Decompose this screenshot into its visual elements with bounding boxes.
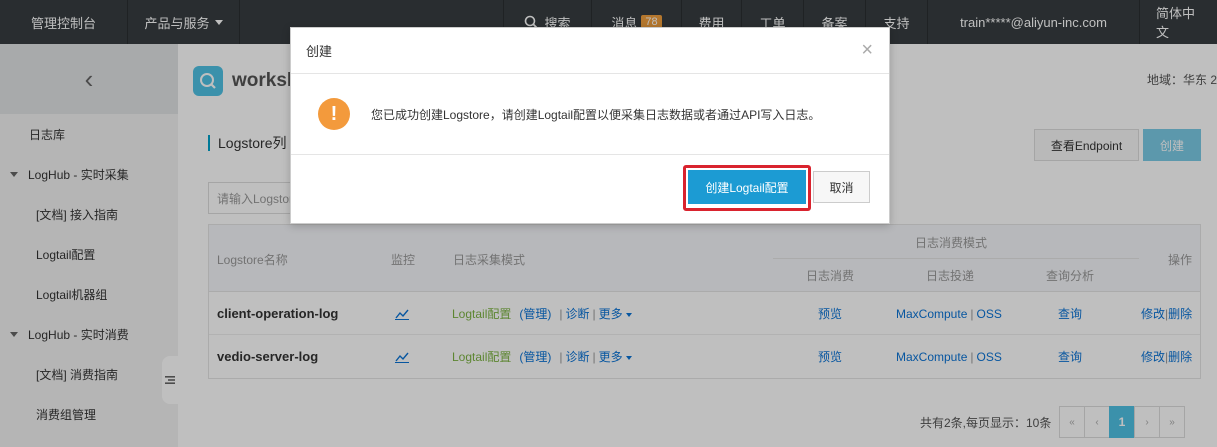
create-success-dialog: 创建 × ! 您已成功创建Logstore，请创建Logtail配置以便采集日志… xyxy=(290,27,890,224)
warning-icon: ! xyxy=(318,98,350,130)
dialog-message: 您已成功创建Logstore，请创建Logtail配置以便采集日志数据或者通过A… xyxy=(371,107,821,122)
dialog-header: 创建 × xyxy=(291,28,889,74)
dialog-footer: 创建Logtail配置 取消 xyxy=(291,155,889,223)
close-icon[interactable]: × xyxy=(861,40,873,60)
dialog-title: 创建 xyxy=(306,44,333,59)
create-logtail-config-button[interactable]: 创建Logtail配置 xyxy=(688,170,806,204)
cancel-button[interactable]: 取消 xyxy=(813,171,870,203)
dialog-body: ! 您已成功创建Logstore，请创建Logtail配置以便采集日志数据或者通… xyxy=(291,74,889,155)
